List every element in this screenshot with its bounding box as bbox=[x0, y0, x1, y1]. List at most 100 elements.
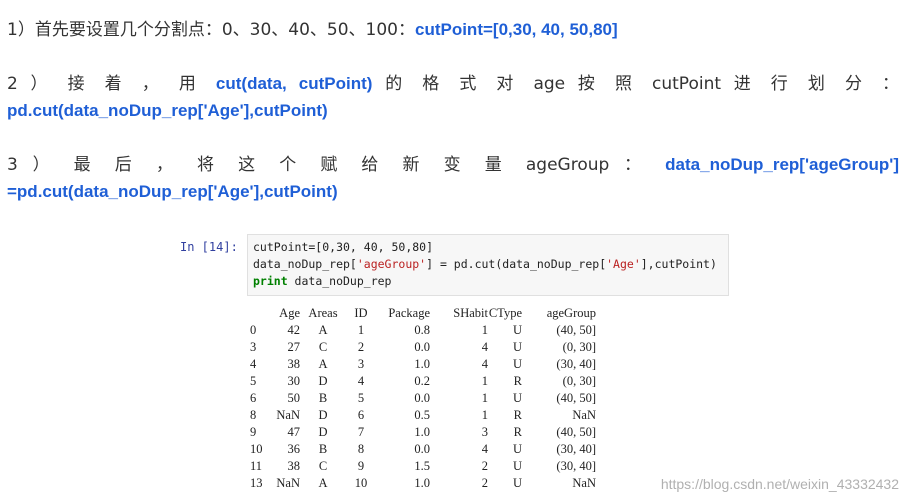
cell-age: 47 bbox=[287, 425, 301, 439]
step-3-code-inline: data_noDup_rep['ageGroup'] bbox=[665, 155, 899, 174]
cell-index: 13 bbox=[250, 476, 263, 490]
cell-shabit: 4 bbox=[481, 340, 488, 354]
table-row: 13 NaN A 10 1.0 2 U NaN bbox=[250, 475, 596, 492]
cell-package: 0.5 bbox=[414, 408, 430, 422]
step-2-paragraph: 2 ） 接 着 ， 用 cut(data, cutPoint) 的 格 式 对 … bbox=[7, 70, 899, 98]
table-row: 11 38 C 9 1.5 2 U (30, 40] bbox=[250, 458, 596, 475]
step-1-paragraph: 1）首先要设置几个分割点：0、30、40、50、100：cutPoint=[0,… bbox=[7, 16, 899, 44]
cell-shabit: 2 bbox=[481, 459, 488, 473]
cell-age: 36 bbox=[287, 442, 301, 456]
notebook-code-cell[interactable]: cutPoint=[0,30, 40, 50,80] data_noDup_rep… bbox=[247, 234, 729, 296]
cell-id: 4 bbox=[357, 374, 365, 388]
cell-ctype: R bbox=[513, 425, 522, 439]
cell-package: 1.0 bbox=[414, 357, 430, 371]
step-2-middle-text: 的 格 式 对 age 按 照 cutPoint 进 行 划 分 ： bbox=[385, 74, 900, 94]
cell-age: 38 bbox=[287, 459, 301, 473]
cell-agegroup: (30, 40] bbox=[556, 357, 596, 371]
cell-id: 5 bbox=[357, 391, 365, 405]
cell-id: 6 bbox=[357, 408, 365, 422]
cell-shabit: 1 bbox=[481, 408, 488, 422]
cell-package: 1.0 bbox=[414, 476, 430, 490]
column-header-areas: Areas bbox=[308, 306, 338, 320]
cell-areas: A bbox=[318, 357, 328, 371]
cell-ctype: R bbox=[513, 408, 522, 422]
table-header-row: Age Areas ID Package SHabit CType ageGro… bbox=[250, 305, 596, 322]
cell-ctype: U bbox=[512, 459, 522, 473]
cell-package: 1.0 bbox=[414, 425, 430, 439]
table-row: 5 30 D 4 0.2 1 R (0, 30] bbox=[250, 373, 596, 390]
table-row: 3 27 C 2 0.0 4 U (0, 30] bbox=[250, 339, 596, 356]
step-2-code-line: pd.cut(data_noDup_rep['Age'],cutPoint) bbox=[7, 97, 899, 125]
cell-package: 0.0 bbox=[414, 340, 430, 354]
cell-agegroup: NaN bbox=[572, 476, 596, 490]
cell-id: 2 bbox=[357, 340, 365, 354]
cell-package: 0.0 bbox=[414, 391, 430, 405]
step-2-code-inline: cut(data, cutPoint) bbox=[215, 74, 373, 93]
table-row: 4 38 A 3 1.0 4 U (30, 40] bbox=[250, 356, 596, 373]
cell-agegroup: (0, 30] bbox=[562, 340, 596, 354]
cell-areas: B bbox=[318, 391, 328, 405]
code-line-1: cutPoint=[0,30, 40, 50,80] bbox=[253, 240, 434, 254]
cell-index: 9 bbox=[250, 425, 257, 439]
cell-ctype: R bbox=[513, 374, 522, 388]
notebook-prompt: In [14]: bbox=[180, 240, 238, 254]
column-header-age: Age bbox=[279, 306, 300, 320]
cell-agegroup: (40, 50] bbox=[556, 323, 596, 337]
step-3-paragraph: 3 ） 最 后 ， 将 这 个 赋 给 新 变 量 ageGroup ： dat… bbox=[7, 151, 899, 179]
cell-package: 1.5 bbox=[414, 459, 430, 473]
step-1-code: cutPoint=[0,30, 40, 50,80] bbox=[414, 20, 618, 39]
cell-areas: C bbox=[318, 340, 328, 354]
cell-areas: C bbox=[318, 459, 328, 473]
cell-areas: A bbox=[318, 476, 328, 490]
column-header-id: ID bbox=[354, 306, 368, 320]
code-line-2: data_noDup_rep['ageGroup'] = pd.cut(data… bbox=[253, 257, 717, 271]
cell-id: 8 bbox=[357, 442, 365, 456]
cell-index: 6 bbox=[250, 391, 257, 405]
cell-shabit: 4 bbox=[481, 442, 488, 456]
cell-index: 8 bbox=[250, 408, 257, 422]
step-3-code-line: =pd.cut(data_noDup_rep['Age'],cutPoint) bbox=[7, 178, 899, 206]
cell-index: 5 bbox=[250, 374, 257, 388]
column-header-ctype: CType bbox=[488, 306, 522, 320]
watermark-text: https://blog.csdn.net/weixin_43332432 bbox=[660, 476, 899, 492]
code-line-3: print data_noDup_rep bbox=[253, 274, 392, 288]
cell-index: 0 bbox=[250, 323, 257, 337]
notebook-output: Age Areas ID Package SHabit CType ageGro… bbox=[250, 305, 596, 492]
cell-ctype: U bbox=[512, 391, 522, 405]
cell-ctype: U bbox=[512, 357, 522, 371]
cell-age: 38 bbox=[287, 357, 301, 371]
table-row: 0 42 A 1 0.8 1 U (40, 50] bbox=[250, 322, 596, 339]
cell-index: 4 bbox=[250, 357, 257, 371]
cell-agegroup: (0, 30] bbox=[562, 374, 596, 388]
cell-areas: B bbox=[318, 442, 328, 456]
cell-age: 42 bbox=[287, 323, 301, 337]
cell-index: 11 bbox=[250, 459, 263, 473]
cell-ctype: U bbox=[512, 323, 522, 337]
cell-id: 10 bbox=[354, 476, 368, 490]
column-header-index bbox=[250, 305, 274, 322]
column-header-package: Package bbox=[388, 306, 430, 320]
column-header-shabit: SHabit bbox=[453, 306, 488, 320]
cell-id: 3 bbox=[357, 357, 365, 371]
cell-agegroup: NaN bbox=[572, 408, 596, 422]
cell-areas: D bbox=[318, 408, 328, 422]
cell-ctype: U bbox=[512, 476, 522, 490]
table-row: 10 36 B 8 0.0 4 U (30, 40] bbox=[250, 441, 596, 458]
cell-shabit: 2 bbox=[481, 476, 488, 490]
cell-areas: A bbox=[318, 323, 328, 337]
cell-shabit: 3 bbox=[481, 425, 488, 439]
step-3-code-block: =pd.cut(data_noDup_rep['Age'],cutPoint) bbox=[7, 182, 338, 201]
cell-package: 0.2 bbox=[414, 374, 430, 388]
cell-age: NaN bbox=[276, 476, 300, 490]
cell-agegroup: (40, 50] bbox=[556, 425, 596, 439]
cell-id: 7 bbox=[357, 425, 365, 439]
cell-age: 27 bbox=[287, 340, 301, 354]
step-2-text: 2 ） 接 着 ， 用 bbox=[7, 74, 204, 94]
cell-agegroup: (40, 50] bbox=[556, 391, 596, 405]
cell-shabit: 4 bbox=[481, 357, 488, 371]
cell-id: 9 bbox=[357, 459, 365, 473]
table-row: 8 NaN D 6 0.5 1 R NaN bbox=[250, 407, 596, 424]
dataframe-output-table: Age Areas ID Package SHabit CType ageGro… bbox=[250, 305, 596, 492]
cell-shabit: 1 bbox=[481, 391, 488, 405]
cell-agegroup: (30, 40] bbox=[556, 442, 596, 456]
